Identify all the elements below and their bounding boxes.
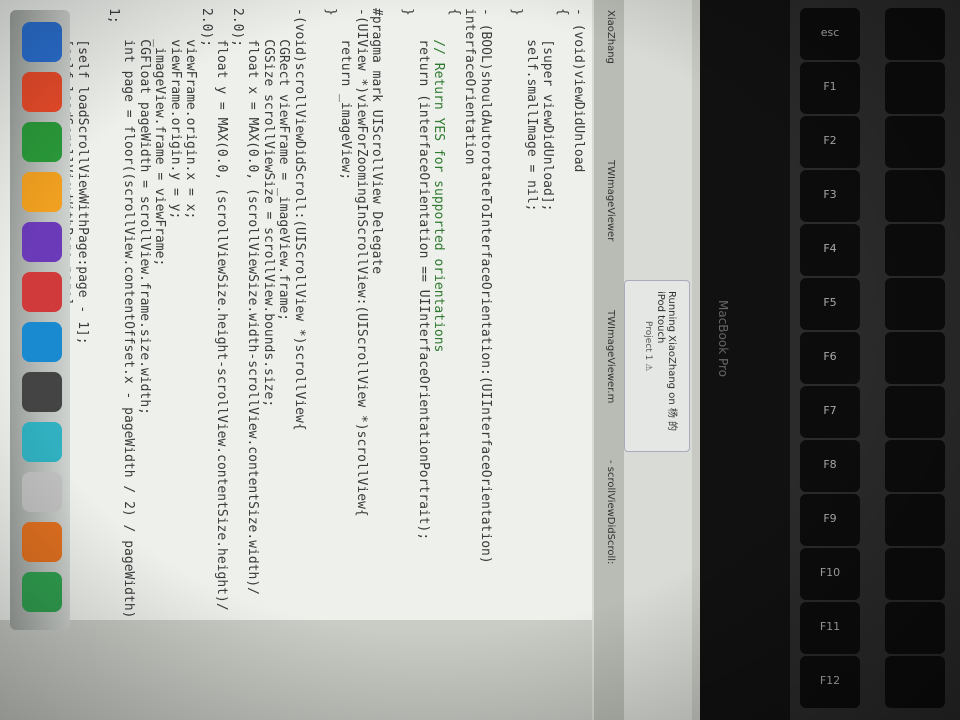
status-subtext: Project 1 ⚠	[643, 321, 653, 372]
keyboard-key[interactable]: F11	[800, 602, 860, 654]
dock-app-icon[interactable]	[22, 72, 62, 112]
code-line: CGFloat pageWidth = scrollView.frame.siz…	[137, 8, 152, 415]
dock-app-icon[interactable]	[22, 422, 62, 462]
keyboard: esc F1 F2 F3 F4 F5 F6 F7 F8 F9 F10 F11 F12	[790, 0, 960, 720]
code-line: {	[555, 8, 571, 16]
keyboard-key[interactable]: F7	[800, 386, 860, 438]
key-label: F11	[819, 620, 841, 633]
code-line: CGSize scrollViewSize = scrollView.bound…	[261, 8, 276, 408]
keyboard-key[interactable]: F5	[800, 278, 860, 330]
breadcrumb-item[interactable]: TWImageViewer	[605, 160, 616, 241]
brand-label: MacBook Pro	[716, 300, 730, 378]
utilities-panel	[0, 620, 592, 720]
keyboard-key[interactable]: F6	[800, 332, 860, 384]
code-line: float x = MAX(0.0, (scrollViewSize.width…	[245, 8, 261, 595]
code-line: int page = floor((scrollView.contentOffs…	[121, 8, 137, 635]
keyboard-key[interactable]	[885, 548, 945, 600]
code-line: 2.0);	[230, 8, 245, 48]
code-line: }	[323, 8, 338, 16]
dock-app-icon[interactable]	[22, 172, 62, 212]
key-label: F1	[823, 80, 837, 93]
keyboard-key[interactable]: esc	[800, 8, 860, 60]
code-line: 1;	[106, 8, 121, 24]
key-label: F3	[823, 188, 837, 201]
keyboard-key[interactable]: F8	[800, 440, 860, 492]
key-label: F9	[823, 512, 837, 525]
code-line: CGRect viewFrame = _imageView.frame;	[276, 8, 292, 322]
code-line: {	[447, 8, 462, 16]
keyboard-key[interactable]: F12	[800, 656, 860, 708]
keyboard-key[interactable]	[885, 8, 945, 60]
key-label: F2	[823, 134, 837, 147]
key-label: esc	[820, 26, 840, 39]
code-line: - (BOOL)shouldAutorotateToInterfaceOrien…	[478, 8, 493, 564]
code-line: // Return YES for supported orientations	[431, 8, 447, 353]
keyboard-key[interactable]: F9	[800, 494, 860, 546]
screen-bezel	[700, 0, 790, 720]
key-label: F7	[823, 404, 837, 417]
code-line: _imageView.frame = viewFrame;	[152, 8, 168, 267]
keyboard-key[interactable]	[885, 278, 945, 330]
keyboard-key[interactable]	[885, 386, 945, 438]
code-line: [super viewDidUnload];	[540, 8, 555, 212]
code-line: }	[509, 8, 524, 16]
keyboard-key[interactable]	[885, 62, 945, 114]
breadcrumb-item[interactable]: - scrollViewDidScroll:	[605, 460, 616, 564]
dock-app-icon[interactable]	[22, 222, 62, 262]
keyboard-key[interactable]: F4	[800, 224, 860, 276]
dock	[10, 10, 70, 630]
code-line: -(void)scrollViewDidScroll:(UIScrollView…	[292, 8, 307, 431]
code-line: float y = MAX(0.0, (scrollViewSize.heigh…	[214, 8, 230, 611]
dock-app-icon[interactable]	[22, 572, 62, 612]
status-text: Running XiaoZhang on 杨 的 iPod touch	[655, 291, 677, 432]
keyboard-key[interactable]	[885, 224, 945, 276]
code-line: [self loadScrollViewWithPage:page - 1];	[75, 8, 90, 345]
code-line: viewFrame.origin.y = y;	[168, 8, 183, 220]
code-line: viewFrame.origin.x = x;	[183, 8, 199, 220]
laptop-screen: XiaoZhangTWImageViewer.mTWImageViewer.mT…	[0, 0, 720, 720]
keyboard-key[interactable]	[885, 494, 945, 546]
key-label: F6	[823, 350, 837, 363]
keyboard-key[interactable]	[885, 602, 945, 654]
dock-app-icon[interactable]	[22, 322, 62, 362]
code-line: return (interfaceOrientation == UIInterf…	[416, 8, 431, 541]
code-editor[interactable]: - (void)viewDidUnload{ [super viewDidUnl…	[0, 0, 592, 634]
code-line: -(UIView *)viewForZoomingInScrollView:(U…	[354, 8, 369, 517]
dock-app-icon[interactable]	[22, 22, 62, 62]
code-line: - (void)viewDidUnload	[571, 8, 586, 173]
key-label: F12	[819, 674, 841, 687]
dock-app-icon[interactable]	[22, 522, 62, 562]
code-line: 2.0);	[199, 8, 214, 48]
keyboard-key[interactable]: F10	[800, 548, 860, 600]
keyboard-key[interactable]	[885, 440, 945, 492]
code-line: self.smallImage = nil;	[524, 8, 540, 212]
breadcrumb-item[interactable]: XiaoZhang	[605, 10, 616, 64]
dock-app-icon[interactable]	[22, 122, 62, 162]
key-label: F4	[823, 242, 837, 255]
activity-status: Running XiaoZhang on 杨 的 iPod touch Proj…	[624, 280, 690, 452]
dock-app-icon[interactable]	[22, 272, 62, 312]
keyboard-key[interactable]	[885, 332, 945, 384]
keyboard-key[interactable]	[885, 170, 945, 222]
code-line: interfaceOrientation	[462, 8, 478, 165]
breadcrumb-item[interactable]: TWImageViewer.m	[605, 310, 616, 403]
key-label: F10	[819, 566, 841, 579]
key-label: F5	[823, 296, 837, 309]
xcode-window: XiaoZhangTWImageViewer.mTWImageViewer.mT…	[0, 0, 720, 720]
code-line: #pragma mark UIScrollView Delegate	[369, 8, 385, 275]
dock-app-icon[interactable]	[22, 472, 62, 512]
keyboard-key[interactable]: F1	[800, 62, 860, 114]
code-line: }	[400, 8, 416, 16]
code-line: return _imageView;	[338, 8, 354, 181]
dock-app-icon[interactable]	[22, 372, 62, 412]
keyboard-key[interactable]	[885, 656, 945, 708]
jump-bar: XiaoZhang TWImageViewer TWImageViewer.m - s…	[594, 0, 624, 720]
keyboard-key[interactable]: F3	[800, 170, 860, 222]
keyboard-key[interactable]: F2	[800, 116, 860, 168]
keyboard-key[interactable]	[885, 116, 945, 168]
key-label: F8	[823, 458, 837, 471]
